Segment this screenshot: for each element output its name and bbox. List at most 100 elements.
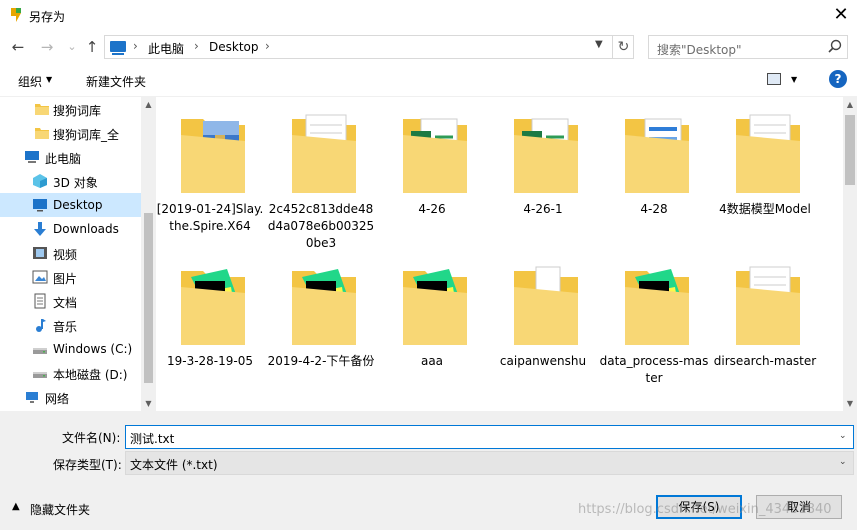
- file-item-label: caipanwenshu: [499, 354, 587, 368]
- scroll-up-arrow-icon[interactable]: ▲: [843, 97, 857, 112]
- file-item-label: 19-3-28-19-05: [166, 354, 254, 368]
- excel-folder-icon: [403, 111, 467, 193]
- sidebar-item-label: 网络: [45, 392, 70, 406]
- sidebar-item[interactable]: 视频: [0, 241, 141, 265]
- up-button[interactable]: ↑: [82, 37, 102, 57]
- download-icon: [32, 221, 48, 237]
- sidebar-item[interactable]: 搜狗词库: [0, 97, 141, 121]
- file-list: [2019-01-24]Slay.the.Spire.X64 2c452c813…: [157, 97, 843, 411]
- view-options-icon[interactable]: [767, 73, 781, 85]
- folder-icon: [34, 101, 50, 117]
- address-bar[interactable]: › 此电脑 › Desktop › ▼ ↻: [104, 35, 634, 59]
- cube-icon: [32, 173, 48, 189]
- file-item[interactable]: 4数据模型Model: [710, 97, 820, 247]
- save-form: 文件名(N): 测试.txt ⌄ 保存类型(T): 文本文件 (*.txt) ⌄…: [0, 411, 857, 530]
- chevron-down-icon[interactable]: ⌄: [839, 431, 847, 441]
- hide-folders-toggle[interactable]: 隐藏文件夹: [30, 501, 90, 518]
- caret-down-icon[interactable]: ▼: [791, 75, 797, 84]
- sheet-folder-icon: [625, 111, 689, 193]
- sidebar-item-label: 3D 对象: [53, 176, 98, 190]
- scroll-down-arrow-icon[interactable]: ▼: [843, 396, 857, 411]
- refresh-button[interactable]: ↻: [612, 36, 634, 58]
- document-folder-icon: [736, 111, 800, 193]
- window-title: 另存为: [29, 10, 66, 24]
- pycharm-folder-icon: PC: [292, 263, 356, 345]
- sidebar-item[interactable]: 图片: [0, 265, 141, 289]
- pycharm-folder-icon: PC: [403, 263, 467, 345]
- file-item[interactable]: [157, 391, 265, 411]
- sidebar-item-label: Windows (C:): [53, 342, 133, 356]
- file-item-label: data_process-master: [599, 354, 709, 385]
- sidebar-item[interactable]: 网络: [0, 385, 141, 409]
- file-item-label: 4-26: [418, 202, 446, 216]
- sidebar-item[interactable]: 文档: [0, 289, 141, 313]
- sidebar-item-label: 此电脑: [45, 152, 82, 166]
- close-button[interactable]: ✕: [826, 2, 856, 28]
- pycharm-folder-icon: PC: [181, 263, 245, 345]
- file-item[interactable]: 4-28: [599, 97, 709, 247]
- file-item[interactable]: 4-26-1: [488, 97, 598, 247]
- caret-up-icon[interactable]: ▲: [12, 501, 20, 512]
- sidebar-item[interactable]: 音乐: [0, 313, 141, 337]
- file-item[interactable]: [266, 391, 376, 411]
- filetype-value[interactable]: 文本文件 (*.txt): [130, 456, 218, 473]
- file-item[interactable]: dirsearch-master: [710, 249, 820, 399]
- file-item[interactable]: caipanwenshu: [488, 249, 598, 399]
- caret-down-icon[interactable]: ▼: [46, 75, 52, 84]
- video-icon: [32, 245, 48, 261]
- sidebar-item[interactable]: Windows (C:): [0, 337, 141, 361]
- file-item[interactable]: PC aaa: [377, 249, 487, 399]
- navigation-bar: ← → ⌄ ↑ › 此电脑 › Desktop › ▼ ↻ 搜索"Desktop…: [0, 31, 857, 63]
- music-icon: [32, 317, 48, 333]
- scroll-down-arrow-icon[interactable]: ▼: [141, 396, 156, 411]
- breadcrumb-separator[interactable]: ›: [194, 39, 199, 53]
- file-item-label: 2019-4-2-下午备份: [267, 354, 375, 368]
- sidebar-item[interactable]: 3D 对象: [0, 169, 141, 193]
- filename-field[interactable]: 测试.txt ⌄: [125, 425, 854, 449]
- file-item[interactable]: [2019-01-24]Slay.the.Spire.X64: [157, 97, 265, 247]
- sidebar-scrollbar[interactable]: ▲ ▼: [141, 97, 156, 411]
- file-list-scrollbar[interactable]: ▲ ▼: [843, 97, 857, 411]
- organize-button[interactable]: 组织: [18, 73, 42, 90]
- sidebar-item-label: 文档: [53, 296, 78, 310]
- file-item[interactable]: PC 19-3-28-19-05: [157, 249, 265, 399]
- file-item[interactable]: PC 2019-4-2-下午备份: [266, 249, 376, 399]
- breadcrumb-this-pc[interactable]: 此电脑: [148, 40, 184, 57]
- back-button[interactable]: ←: [8, 37, 28, 57]
- recent-locations-button[interactable]: ⌄: [62, 37, 82, 57]
- search-placeholder: 搜索"Desktop": [657, 43, 742, 57]
- sidebar-scrollbar-thumb[interactable]: [144, 213, 153, 383]
- sidebar-item[interactable]: Downloads: [0, 217, 141, 241]
- file-list-scrollbar-thumb[interactable]: [845, 115, 855, 185]
- sidebar-item-label: 视频: [53, 248, 78, 262]
- forward-button[interactable]: →: [37, 37, 57, 57]
- sidebar-item[interactable]: 本地磁盘 (D:): [0, 361, 141, 385]
- scroll-up-arrow-icon[interactable]: ▲: [141, 97, 156, 112]
- folder-icon: [34, 125, 50, 141]
- sidebar-item[interactable]: Desktop: [0, 193, 141, 217]
- file-item[interactable]: [488, 391, 598, 411]
- chevron-down-icon[interactable]: ⌄: [839, 457, 847, 467]
- breadcrumb-desktop[interactable]: Desktop: [209, 40, 259, 54]
- chevron-down-icon[interactable]: ▼: [595, 39, 603, 50]
- file-item-label: [2019-01-24]Slay.the.Spire.X64: [157, 202, 264, 233]
- document-folder-icon: [736, 263, 800, 345]
- search-icon[interactable]: [827, 39, 843, 55]
- watermark: https://blog.csdn.net/weixin_43431840: [578, 502, 832, 517]
- sidebar-item[interactable]: 搜狗词库_全: [0, 121, 141, 145]
- breadcrumb-separator[interactable]: ›: [133, 39, 138, 53]
- file-item[interactable]: PC data_process-master: [599, 249, 709, 399]
- search-input[interactable]: 搜索"Desktop": [648, 35, 848, 59]
- breadcrumb-separator[interactable]: ›: [265, 39, 270, 53]
- filename-value[interactable]: 测试.txt: [130, 430, 174, 447]
- help-button[interactable]: ?: [829, 70, 847, 88]
- sidebar-item[interactable]: 此电脑: [0, 145, 141, 169]
- new-folder-button[interactable]: 新建文件夹: [86, 73, 146, 90]
- file-item[interactable]: [710, 391, 820, 411]
- file-item[interactable]: [377, 391, 487, 411]
- file-item[interactable]: [599, 391, 709, 411]
- file-item[interactable]: 4-26: [377, 97, 487, 247]
- file-item-label: 4数据模型Model: [719, 202, 811, 216]
- file-item[interactable]: 2c452c813dde48d4a078e6b003250be3: [266, 97, 376, 250]
- filetype-select[interactable]: 文本文件 (*.txt) ⌄: [125, 451, 854, 475]
